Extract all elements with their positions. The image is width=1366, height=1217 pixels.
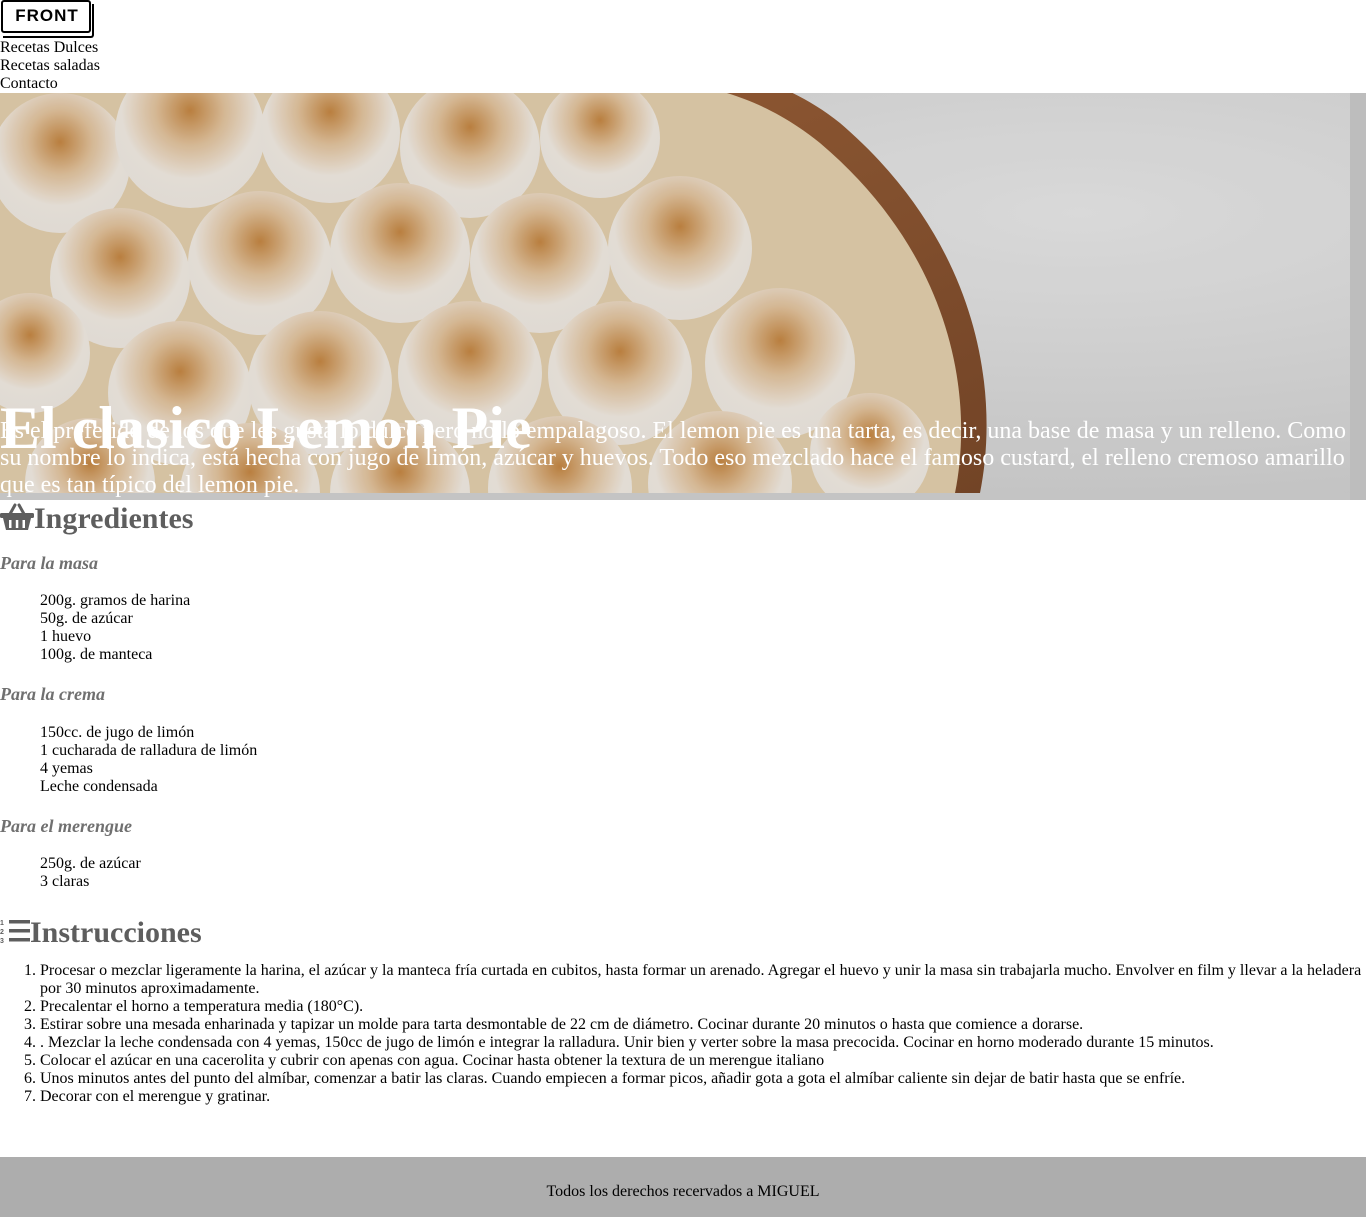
list-item: 3 claras xyxy=(40,873,90,890)
group-title-masa: Para la masa xyxy=(0,553,99,573)
main-nav: Recetas Dulces Recetas saladas Contacto xyxy=(0,39,100,93)
basket-icon xyxy=(0,503,34,540)
list-item: 1 cucharada de ralladura de limón xyxy=(40,742,258,759)
list-item: 150cc. de jugo de limón xyxy=(40,724,195,741)
instruction-step: . Mezclar la leche condensada con 4 yema… xyxy=(40,1034,1366,1052)
group-title-crema: Para la crema xyxy=(0,684,105,704)
ingredients-heading: Ingredientes xyxy=(0,501,193,540)
instructions-title: Instrucciones xyxy=(30,916,202,949)
svg-text:1: 1 xyxy=(0,920,4,927)
nav-item-recetas-dulces[interactable]: Recetas Dulces xyxy=(0,39,100,57)
nav-item-contacto[interactable]: Contacto xyxy=(0,75,100,93)
list-item: 200g. gramos de harina xyxy=(40,592,191,609)
group-title-merengue: Para el merengue xyxy=(0,816,132,836)
instruction-step: Procesar o mezclar ligeramente la harina… xyxy=(40,962,1366,998)
instruction-step: Estirar sobre una mesada enharinada y ta… xyxy=(40,1016,1366,1034)
svg-text:3: 3 xyxy=(0,938,4,944)
instruction-step: Decorar con el merengue y gratinar. xyxy=(40,1088,1366,1106)
site-footer: Todos los derechos recervados a MIGUEL xyxy=(0,1157,1366,1217)
list-item: 250g. de azúcar xyxy=(40,855,141,872)
instruction-step: Precalentar el horno a temperatura media… xyxy=(40,998,1366,1016)
list-item: 50g. de azúcar xyxy=(40,610,133,627)
numbered-list-icon: 1 2 3 xyxy=(0,917,30,953)
ingredient-list-masa: 200g. gramos de harina 50g. de azúcar 1 … xyxy=(40,592,190,664)
instruction-steps: Procesar o mezclar ligeramente la harina… xyxy=(0,962,1366,1106)
instruction-step: Colocar el azúcar en una cacerolita y cu… xyxy=(40,1052,1366,1070)
front-logo[interactable]: FRONT xyxy=(0,0,94,38)
list-item: 4 yemas xyxy=(40,760,93,777)
copyright-text: Todos los derechos recervados a MIGUEL xyxy=(546,1183,820,1200)
instructions-heading: 1 2 3 Instrucciones xyxy=(0,915,202,953)
site-header: FRONT Recetas Dulces Recetas saladas Con… xyxy=(0,0,1366,93)
list-item: Leche condensada xyxy=(40,778,158,795)
ingredients-title: Ingredientes xyxy=(34,502,194,535)
svg-text:2: 2 xyxy=(0,929,4,936)
instruction-step: Unos minutos antes del punto del almíbar… xyxy=(40,1070,1366,1088)
nav-item-recetas-saladas[interactable]: Recetas saladas xyxy=(0,57,100,75)
list-item: 100g. de manteca xyxy=(40,646,153,663)
hero-description: Es el preferido de los que les gusta lo … xyxy=(0,418,1346,498)
ingredient-list-merengue: 250g. de azúcar 3 claras xyxy=(40,855,141,891)
logo-text: FRONT xyxy=(15,6,79,25)
ingredient-list-crema: 150cc. de jugo de limón 1 cucharada de r… xyxy=(40,724,257,796)
list-item: 1 huevo xyxy=(40,628,92,645)
hero-banner: El clasico Lemon Pie Es el preferido de … xyxy=(0,93,1366,500)
